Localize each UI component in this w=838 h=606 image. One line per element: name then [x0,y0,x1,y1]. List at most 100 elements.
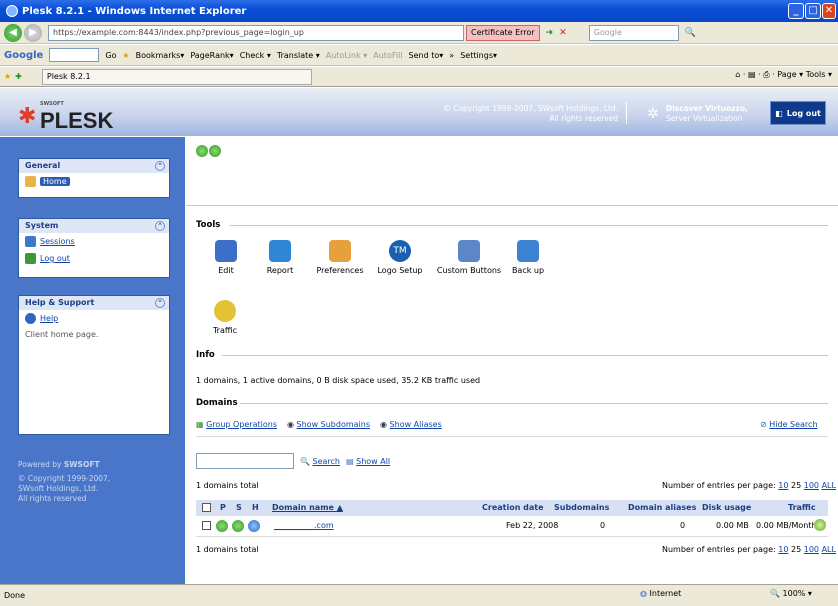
tool-traffic[interactable]: Traffic [200,300,250,335]
window-titlebar: Plesk 8.2.1 - Windows Internet Explorer … [0,0,838,22]
page-menu[interactable]: Page ▾ [777,70,803,79]
sidebar-item-help[interactable]: Help [19,310,169,327]
tool-custom-buttons[interactable]: Custom Buttons [434,240,504,275]
logo-setup-icon: TM [389,240,411,262]
tool-report[interactable]: Report [250,240,310,275]
col-disk-usage[interactable]: Disk usage [702,503,751,512]
group-operations-link[interactable]: ▦ Group Operations [196,420,277,429]
sidebar-item-sessions[interactable]: Sessions [19,233,169,250]
search-icon[interactable]: 🔍 [685,28,696,38]
sidebar-item-logout[interactable]: Log out [19,250,169,267]
entries-option-100[interactable]: 100 [804,545,819,554]
hide-search-link[interactable]: ⊘ Hide Search [760,420,818,429]
translate-button[interactable]: Translate ▾ [277,51,320,60]
add-favorite-icon[interactable]: ✚ [15,72,22,81]
sidebar-item-label[interactable]: Log out [40,254,70,263]
table-row: __________.com Feb 22, 2008 0 0 0.00 MB … [196,517,828,535]
entries-option-100[interactable]: 100 [804,481,819,490]
col-creation-date[interactable]: Creation date [482,503,544,512]
col-traffic[interactable]: Traffic [788,503,816,512]
google-logo[interactable]: Google [4,50,43,61]
autolink-button[interactable]: AutoLink ▾ [326,51,368,60]
go-button[interactable]: Go [105,51,116,60]
tool-preferences[interactable]: Preferences [310,240,370,275]
link-label[interactable]: Show All [356,457,390,466]
entries-option-10[interactable]: 10 [778,481,788,490]
sidebar-general-header: General ⌃ [19,159,169,173]
favorites-star-icon[interactable]: ★ [4,72,11,81]
close-button[interactable]: ✕ [822,3,836,19]
tool-label: Logo Setup [377,266,423,275]
collapse-icon[interactable]: ⌃ [155,161,165,171]
tool-logo-setup[interactable]: TM Logo Setup [370,240,430,275]
logo-small-text: SWSOFT [40,101,64,107]
tab-plesk[interactable]: Plesk 8.2.1 [41,68,312,85]
forward-button[interactable]: ▶ [24,23,42,42]
sidebar-item-label[interactable]: Sessions [40,237,75,246]
home-nav-icon[interactable] [209,145,221,157]
search-button[interactable]: 🔍 Search [300,457,340,466]
autofill-button[interactable]: AutoFill [373,51,402,60]
row-checkbox[interactable] [202,521,211,530]
send-to-button[interactable]: Send to▾ [409,51,444,60]
powered-by-text: Powered by [18,460,62,469]
entries-option-all[interactable]: ALL [822,545,836,554]
home-icon[interactable]: ⌂ [735,70,740,79]
link-label[interactable]: Show Aliases [390,420,442,429]
tool-edit[interactable]: Edit [196,240,256,275]
show-aliases-link[interactable]: ◉ Show Aliases [380,420,442,429]
stop-icon[interactable]: ✕ [559,28,567,38]
show-subdomains-link[interactable]: ◉ Show Subdomains [287,420,370,429]
show-all-button[interactable]: ▤ Show All [346,457,390,466]
sidebar-item-home[interactable]: Home [19,173,169,190]
google-search-input[interactable] [49,48,100,62]
col-domain-aliases[interactable]: Domain aliases [628,503,696,512]
domains-title: Domains [196,398,238,408]
footer-copy2: SWsoft Holdings, Ltd. [18,484,99,493]
link-label[interactable]: Group Operations [206,420,277,429]
tools-menu[interactable]: Tools ▾ [806,70,832,79]
certificate-error-button[interactable]: Certificate Error [466,24,540,41]
settings-button[interactable]: Settings▾ [460,51,497,60]
tool-label: Back up [511,266,545,275]
tool-label: Traffic [212,326,238,335]
star-icon[interactable]: ★ [122,51,129,60]
help-text: Client home page. [25,330,99,339]
more-button[interactable]: » [449,51,454,60]
tab-title: Plesk 8.2.1 [46,72,91,81]
entries-option-25[interactable]: 25 [791,481,801,490]
link-label[interactable]: Hide Search [769,420,817,429]
google-toolbar: Google Go ★ Bookmarks▾ PageRank▾ Check ▾… [0,45,838,66]
minimize-button[interactable]: _ [788,3,804,19]
print-icon[interactable]: ⎙ [763,70,769,79]
select-all-checkbox[interactable] [202,503,211,512]
entries-option-25[interactable]: 25 [791,545,801,554]
search-input[interactable]: Google [588,24,679,41]
refresh-icon[interactable]: ➜ [546,28,554,38]
entries-label: Number of entries per page: [662,545,776,554]
feeds-icon[interactable]: ▤ [748,70,756,79]
check-button[interactable]: Check ▾ [240,51,271,60]
discover-virtuozzo-link[interactable]: Discover Virtuozzo, Server Virtualizatio… [644,104,754,124]
address-input[interactable]: https://example.com:8443/index.php?previ… [48,24,464,41]
bookmarks-button[interactable]: Bookmarks▾ [136,51,185,60]
back-button[interactable]: ◀ [4,23,22,42]
maximize-button[interactable]: □ [805,3,821,19]
link-label[interactable]: Show Subdomains [297,420,370,429]
entries-option-all[interactable]: ALL [822,481,836,490]
pagerank-button[interactable]: PageRank▾ [190,51,233,60]
domain-search-input[interactable] [196,453,294,469]
traffic-report-icon[interactable] [814,519,826,531]
tool-back-up[interactable]: Back up [498,240,558,275]
entries-option-10[interactable]: 10 [778,545,788,554]
collapse-icon[interactable]: ⌃ [155,298,165,308]
collapse-icon[interactable]: ⌃ [155,221,165,231]
link-label[interactable]: Search [313,457,340,466]
col-subdomains[interactable]: Subdomains [554,503,609,512]
col-domain-name[interactable]: Domain name ▲ [272,503,343,512]
logout-button[interactable]: ◧ Log out [770,101,826,125]
up-level-icon[interactable] [196,145,208,157]
zoom-control[interactable]: 🔍 100% ▾ [770,589,812,598]
domain-link[interactable]: __________.com [274,521,334,530]
sidebar-item-label[interactable]: Help [40,314,58,323]
